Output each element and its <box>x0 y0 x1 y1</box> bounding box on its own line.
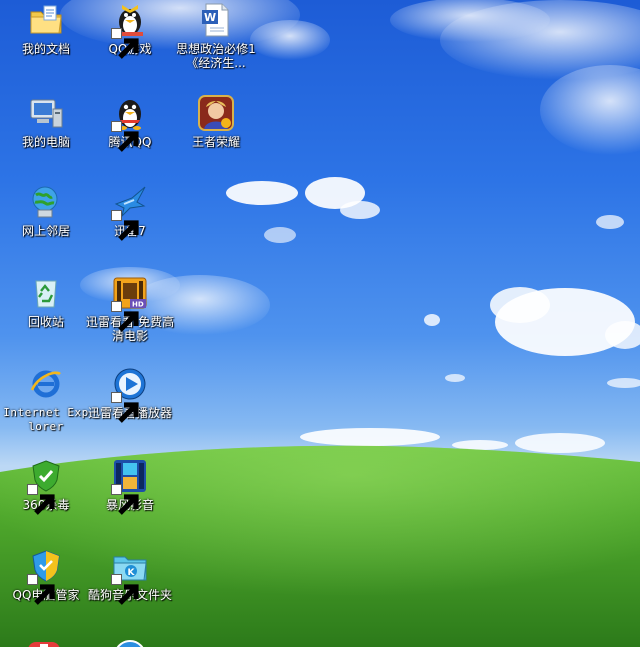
xunlei7-icon-item[interactable]: 迅雷7 <box>84 184 176 272</box>
honor-of-kings-icon-item[interactable]: 王者荣耀 <box>170 95 262 183</box>
shortcut-arrow-icon <box>111 121 139 152</box>
360-antivirus-icon-item[interactable]: 360杀毒 <box>0 458 92 546</box>
film-hd-icon: HD <box>111 275 148 332</box>
shortcut-arrow-icon <box>111 392 139 423</box>
recycle-bin-icon-item[interactable]: 回收站 <box>0 275 92 363</box>
thunder-bird-icon <box>111 184 148 241</box>
baofeng-icon-item[interactable]: 暴风影音 <box>84 458 176 546</box>
tencent-qq-icon-item[interactable]: 腾讯QQ <box>84 95 176 183</box>
internet-explorer-icon-item[interactable]: Internet Explorer <box>0 366 92 454</box>
kugou-folder-icon-item[interactable]: K 酷狗音乐文件夹 <box>84 548 176 636</box>
network-globe-icon <box>28 184 64 220</box>
qq-games-icon <box>111 2 148 59</box>
network-places-icon-item[interactable]: 网上邻居 <box>0 184 92 272</box>
red-app-icon[interactable] <box>26 637 62 647</box>
qq-penguin-icon <box>111 95 148 152</box>
qq-pc-manager-icon-item[interactable]: QQ电脑管家 <box>0 548 92 636</box>
shortcut-arrow-icon <box>27 484 55 515</box>
blue-app-icon[interactable] <box>112 637 148 647</box>
internet-explorer-icon <box>28 366 64 402</box>
icon-label: 我的电脑 <box>21 135 70 149</box>
computer-icon <box>28 95 64 131</box>
shortcut-arrow-icon <box>111 574 139 605</box>
cloud-middle <box>226 177 624 243</box>
icon-label: 王者荣耀 <box>191 135 240 149</box>
shortcut-arrow-icon <box>111 28 139 59</box>
xunlei-kankan-hd-icon-item[interactable]: HD 迅雷看看-免费高清电影 <box>84 275 176 363</box>
recycle-bin-icon <box>28 275 64 311</box>
xunlei-kankan-player-icon-item[interactable]: 迅雷看看播放器 <box>84 366 176 454</box>
icon-label: 回收站 <box>27 315 64 329</box>
shield-manager-icon <box>27 548 64 605</box>
game-hero-icon <box>198 95 234 131</box>
icon-label: Internet Explorer <box>3 406 89 433</box>
film-player-icon <box>111 458 148 515</box>
icon-label: 网上邻居 <box>21 224 70 238</box>
icon-label: 思想政治必修1《经济生... <box>176 42 256 70</box>
my-documents-icon-item[interactable]: 我的文档 <box>0 2 92 90</box>
qq-games-icon-item[interactable]: QQ游戏 <box>84 2 176 90</box>
cloud-top-right <box>390 0 640 155</box>
folder-documents-icon <box>28 2 64 38</box>
shortcut-arrow-icon <box>27 574 55 605</box>
svg-text:W: W <box>204 11 216 24</box>
cloud-right <box>424 287 640 388</box>
my-computer-icon-item[interactable]: 我的电脑 <box>0 95 92 183</box>
word-document-icon: W <box>198 2 234 38</box>
media-play-icon <box>111 366 148 423</box>
kugou-folder-icon: K <box>111 548 148 605</box>
desktop[interactable]: 我的文档 我的电脑 网上邻居 回收站 Internet Explorer 360… <box>0 0 640 647</box>
shortcut-arrow-icon <box>111 301 139 332</box>
shield-icon <box>27 458 64 515</box>
word-doc-icon-item[interactable]: W 思想政治必修1《经济生... <box>170 2 262 90</box>
icon-label: 我的文档 <box>21 42 70 56</box>
shortcut-arrow-icon <box>111 210 139 241</box>
shortcut-arrow-icon <box>111 484 139 515</box>
